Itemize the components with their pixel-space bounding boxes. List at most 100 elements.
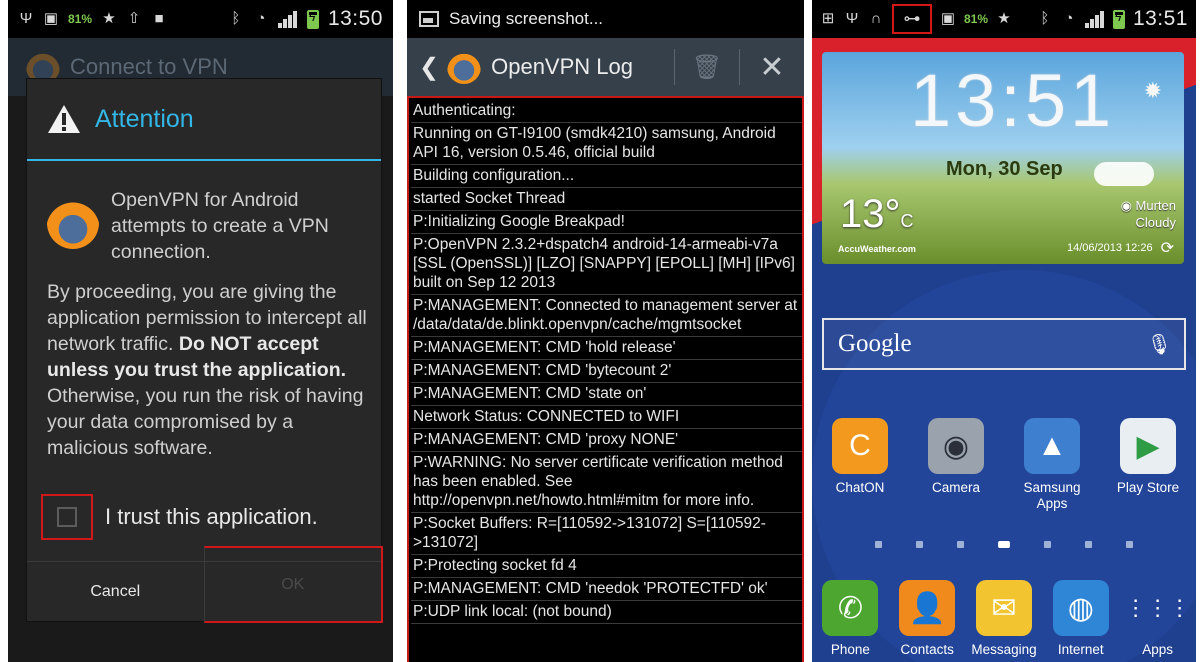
signal-icon: [277, 10, 298, 28]
screenshot-icon: [419, 11, 439, 27]
app-label: Messaging: [971, 642, 1037, 657]
microphone-icon[interactable]: 🎙: [1147, 332, 1172, 357]
trash-icon[interactable]: 🗑: [675, 38, 739, 96]
star-icon: ★: [997, 10, 1011, 27]
temperature-value: 13°: [840, 192, 901, 236]
app-label: Contacts: [900, 642, 954, 657]
notification-text: Saving screenshot...: [449, 9, 604, 28]
dialog-header: Attention: [27, 79, 381, 161]
app-contacts[interactable]: 👤 Contacts: [889, 580, 966, 658]
page-dot[interactable]: [875, 541, 882, 548]
log-line: Running on GT-I9100 (smdk4210) samsung, …: [411, 123, 802, 165]
page-dot[interactable]: [1126, 541, 1133, 548]
home-apps-row: C ChatON ◉ Camera ▲ Samsung Apps ▶ Play Store: [812, 418, 1196, 512]
log-line: Authenticating:: [411, 100, 802, 123]
messaging-icon[interactable]: ✉: [975, 580, 1032, 636]
log-line: Network Status: CONNECTED to WIFI: [411, 406, 802, 429]
cancel-button[interactable]: Cancel: [27, 562, 204, 621]
page-indicator: [812, 541, 1196, 548]
clock: 13:50: [327, 7, 383, 30]
trust-checkbox-label[interactable]: I trust this application.: [105, 504, 318, 530]
wifi-icon: ◔: [1064, 10, 1074, 27]
log-line: P:MANAGEMENT: CMD 'needok 'PROTECTFD' ok…: [411, 578, 802, 601]
widget-date: Mon, 30 Sep: [946, 158, 1063, 180]
warning-icon: [47, 104, 81, 134]
warning-text-part2: Otherwise, you run the risk of having yo…: [47, 385, 364, 459]
page-dot[interactable]: [998, 541, 1010, 548]
openvpn-logo-icon[interactable]: [447, 50, 482, 84]
dialog-buttons: Cancel OK: [27, 546, 383, 623]
widget-temperature: 13°C: [840, 192, 914, 237]
add-icon: ⊞: [821, 10, 835, 27]
close-icon[interactable]: ✕: [740, 38, 804, 96]
app-messaging[interactable]: ✉ Messaging: [966, 580, 1043, 658]
refresh-icon[interactable]: ⟳: [1161, 238, 1174, 258]
contacts-icon[interactable]: 👤: [899, 580, 956, 636]
clock: 13:51: [1132, 7, 1188, 30]
app-label: Camera: [931, 480, 980, 495]
log-line: P:Protecting socket fd 4: [411, 555, 802, 578]
image-icon: ▣: [43, 10, 59, 27]
weather-clock-widget[interactable]: 13:51 ✹ Mon, 30 Sep 13°C ◉ Murten Cloudy …: [822, 52, 1184, 264]
page-dot[interactable]: [1044, 541, 1051, 548]
app-camera[interactable]: ◉ Camera: [908, 418, 1004, 512]
bluetooth-icon: ᛒ: [1040, 10, 1050, 27]
upload-icon: ⇧: [127, 10, 141, 27]
app-phone[interactable]: ✆ Phone: [812, 580, 889, 658]
log-line: P:Socket Buffers: R=[110592->131072] S=[…: [411, 513, 802, 555]
app-chaton[interactable]: C ChatON: [812, 418, 908, 512]
sun-icon: ✹: [1143, 78, 1162, 103]
log-line: P:MANAGEMENT: CMD 'bytecount 2': [411, 360, 802, 383]
app-label: Samsung Apps: [1023, 480, 1081, 511]
camera-icon[interactable]: ◉: [928, 418, 984, 474]
app-apps[interactable]: ⋮⋮⋮ Apps: [1119, 580, 1196, 658]
dialog-title: Attention: [95, 104, 194, 133]
page-dot[interactable]: [1085, 541, 1092, 548]
phone-icon[interactable]: ✆: [822, 580, 879, 636]
usb-icon: Ψ: [19, 10, 33, 27]
app-label: Play Store: [1116, 480, 1180, 495]
log-line: P:Initializing Google Breakpad!: [411, 211, 802, 234]
ok-button[interactable]: OK: [203, 546, 383, 623]
app-play-store[interactable]: ▶ Play Store: [1100, 418, 1196, 512]
log-line: P:MANAGEMENT: CMD 'hold release': [411, 337, 802, 360]
google-search-bar[interactable]: Google 🎙: [822, 318, 1186, 370]
log-line: started Socket Thread: [411, 188, 802, 211]
app-samsung-apps[interactable]: ▲ Samsung Apps: [1004, 418, 1100, 512]
internet-icon[interactable]: ◍: [1052, 580, 1109, 636]
location-name: Murten: [1135, 198, 1176, 213]
trust-checkbox[interactable]: [41, 494, 93, 540]
trust-checkbox-row[interactable]: I trust this application.: [41, 494, 318, 540]
widget-location: ◉ Murten Cloudy: [1120, 198, 1176, 230]
log-line: P:MANAGEMENT: Connected to management se…: [411, 295, 802, 337]
widget-updated: 14/06/2013 12:26 ⟳: [1067, 238, 1174, 258]
page-dot[interactable]: [916, 541, 923, 548]
dock: ✆ Phone 👤 Contacts ✉ Messaging ◍ Internet ⋮⋮⋮ App…: [812, 580, 1196, 658]
action-bar: ❮ OpenVPN Log 🗑 ✕: [407, 38, 804, 96]
battery-percent: 81%: [964, 12, 989, 26]
log-line: P:OpenVPN 2.3.2+dspatch4 android-14-arme…: [411, 234, 802, 295]
app-internet[interactable]: ◍ Internet: [1042, 580, 1119, 658]
battery-percent: 81%: [68, 12, 93, 26]
usb-icon: Ψ: [845, 10, 859, 27]
updated-time: 14/06/2013 12:26: [1066, 242, 1153, 254]
status-bar: Ψ ▣ 81% ★ ⇧ ■ ᛒ ◔ 13:50: [8, 0, 393, 38]
chaton-icon[interactable]: C: [832, 418, 888, 474]
samsung-apps-icon[interactable]: ▲: [1024, 418, 1080, 474]
widget-provider: AccuWeather.com: [838, 244, 916, 254]
status-bar: ⊞ Ψ ∩ ⊶ ▣ 81% ★ ᛒ ◔ 13:51: [812, 0, 1196, 38]
apps-icon[interactable]: ⋮⋮⋮: [1125, 580, 1191, 636]
log-list[interactable]: Authenticating: Running on GT-I9100 (smdk…: [407, 96, 804, 662]
page-dot[interactable]: [957, 541, 964, 548]
screen-openvpn-log: Saving screenshot... ❮ OpenVPN Log 🗑 ✕ A…: [407, 0, 804, 662]
app-label: Internet: [1057, 642, 1104, 657]
log-line: Building configuration...: [411, 165, 802, 188]
screen-home: ⊞ Ψ ∩ ⊶ ▣ 81% ★ ᛒ ◔ 13:51 13:51 ✹ Mon, 3…: [812, 0, 1196, 662]
store-icon: ■: [154, 10, 164, 27]
app-label: ChatON: [835, 480, 885, 495]
temperature-unit: C: [900, 211, 914, 231]
star-icon: ★: [102, 10, 116, 27]
widget-clock: 13:51: [910, 59, 1116, 142]
play-store-icon[interactable]: ▶: [1120, 418, 1176, 474]
back-chevron-icon[interactable]: ❮: [419, 53, 439, 82]
